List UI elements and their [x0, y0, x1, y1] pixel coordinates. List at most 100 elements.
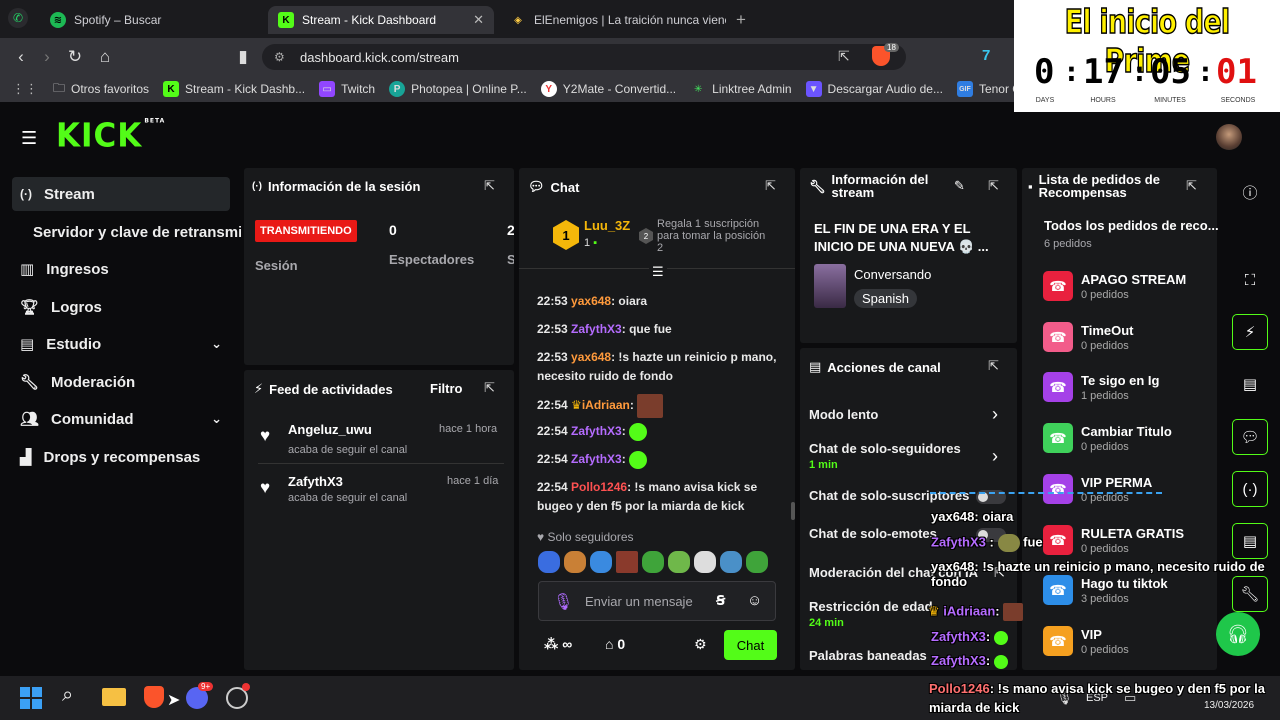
kick-logo[interactable]: KICK BETA [56, 117, 165, 155]
home-icon[interactable]: ⌂ [94, 46, 116, 68]
hamburger-menu-icon[interactable]: ☰ [21, 128, 37, 149]
folder-icon: 🗀 [53, 80, 66, 95]
popout-icon[interactable]: ⇱ [484, 380, 495, 396]
edit-pencil-icon[interactable]: ✎ [954, 178, 965, 194]
send-chat-button[interactable]: Chat [724, 630, 777, 660]
reward-item[interactable]: ☎ VIP PERMA 0 pedidos [1043, 469, 1213, 509]
reload-icon[interactable]: ↻ [64, 46, 86, 68]
screenshot-icon[interactable]: ⛶ [1232, 262, 1268, 298]
reward-icon: ☎ [1043, 423, 1073, 453]
category-name[interactable]: Conversando [854, 267, 931, 282]
reward-icon: ☎ [1043, 626, 1073, 656]
bookmark-icon[interactable]: ▮ [232, 46, 254, 68]
emote-image[interactable] [720, 551, 742, 573]
crown-icon: ♛ [571, 398, 582, 413]
emote-image[interactable] [642, 551, 664, 573]
timer-separator: : [1063, 55, 1080, 88]
emoji-icon[interactable]: ☺ [747, 592, 762, 609]
emote-image[interactable] [694, 551, 716, 573]
linktree-icon: ✳ [693, 83, 703, 95]
bookmark-linktree[interactable]: ✳ Linktree Admin [683, 81, 798, 97]
emote-image[interactable] [746, 551, 768, 573]
windows-start-icon[interactable] [20, 687, 42, 709]
sidebar-item-estudio[interactable]: ▤ Estudio ⌄ [12, 327, 230, 361]
sidebar-item-drops[interactable]: ▟ Drops y recompensas [12, 440, 230, 474]
bookmark-photopea[interactable]: P Photopea | Online P... [382, 81, 534, 97]
reward-item[interactable]: ☎ APAGO STREAM 0 pedidos [1043, 266, 1213, 306]
channel-points[interactable]: ⁂ ∞ [544, 636, 572, 653]
emote-image[interactable] [616, 551, 638, 573]
close-tab-icon[interactable]: ✕ [473, 12, 484, 28]
document-icon[interactable]: ▤ [1232, 366, 1268, 402]
bookmark-twitch[interactable]: ▭ Twitch [312, 81, 382, 97]
chat-scrollbar[interactable] [791, 502, 795, 520]
reward-item[interactable]: ☎ RULETA GRATIS 0 pedidos [1043, 520, 1213, 560]
search-icon[interactable]: ⌕ [62, 684, 73, 707]
rewards-all-label[interactable]: Todos los pedidos de reco... [1044, 218, 1219, 233]
translate-icon[interactable]: Ꞩ [716, 593, 725, 609]
brave-browser-icon[interactable] [144, 686, 164, 708]
settings-gear-icon[interactable]: ⚙ [694, 636, 707, 653]
emote-image[interactable] [538, 551, 560, 573]
popout-icon[interactable]: ⇱ [484, 178, 495, 194]
support-chat-icon[interactable]: 🎧︎ [1216, 612, 1260, 656]
action-followers-only[interactable]: Chat de solo-seguidores 1 min [809, 441, 1009, 471]
chevron-right-icon[interactable]: › [992, 404, 998, 425]
reward-item[interactable]: ☎ Cambiar Titulo 0 pedidos [1043, 418, 1213, 458]
emote-bar [538, 551, 774, 573]
top-gifter-name: Luu_3Z [584, 218, 631, 233]
sidebar-item-comunidad[interactable]: 👥︎ Comunidad ⌄ [12, 402, 230, 436]
popout-icon[interactable]: ⇱ [988, 358, 999, 374]
emote-image[interactable] [590, 551, 612, 573]
share-icon[interactable]: ⇱ [838, 48, 850, 65]
reward-item[interactable]: ☎ Te sigo en Ig 1 pedidos [1043, 367, 1213, 407]
tab-kick-dashboard[interactable]: K Stream - Kick Dashboard ✕ [268, 6, 494, 34]
popout-icon[interactable]: ⇱ [988, 178, 999, 194]
sidebar-item-stream[interactable]: (·) Stream [12, 177, 230, 211]
bookmark-y2mate[interactable]: Y Y2Mate - Convertid... [534, 81, 683, 97]
sidebar-item-server-key[interactable]: Servidor y clave de retransmisión [33, 224, 241, 241]
actions-icon[interactable]: ▤ [1232, 523, 1268, 559]
store-button[interactable]: ⌂ 0 [605, 636, 625, 652]
site-info-icon[interactable]: ⚙ [274, 50, 285, 64]
action-slow-mode[interactable]: Modo lento [809, 407, 1009, 422]
sidebar-item-logros[interactable]: 🏆︎ Logros [12, 290, 230, 324]
popout-icon[interactable]: ⇱ [1186, 178, 1197, 194]
bookmark-kick[interactable]: K Stream - Kick Dashb... [156, 81, 312, 97]
emote-image [993, 630, 1008, 645]
info-icon[interactable]: ⓘ [1232, 174, 1268, 210]
chart-icon: ▥ [20, 261, 35, 278]
actions-title: ▤ Acciones de canal [809, 359, 941, 375]
bookmark-descargar[interactable]: ▼ Descargar Audio de... [799, 81, 950, 97]
bolt-icon[interactable]: ⚡︎ [1232, 314, 1268, 350]
chat-input[interactable]: 🎙︎ Enviar un mensaje Ꞩ ☺ [538, 581, 776, 621]
tab-spotify[interactable]: ≋ Spotify – Buscar [40, 6, 262, 34]
feed-filter-button[interactable]: Filtro [430, 381, 463, 396]
reward-item[interactable]: ☎ TimeOut 0 pedidos [1043, 317, 1213, 357]
microphone-icon[interactable]: 🎙︎ [553, 592, 573, 612]
back-icon[interactable]: ‹ [10, 46, 32, 68]
avatar[interactable] [1216, 124, 1242, 150]
emote-image[interactable] [668, 551, 690, 573]
chat-bubble-icon[interactable]: 💬︎ [1232, 419, 1268, 455]
collapse-icon[interactable]: ☰ [649, 264, 667, 280]
discord-badge: 9+ [198, 682, 214, 691]
sidebar-item-ingresos[interactable]: ▥ Ingresos [12, 252, 230, 286]
chevron-right-icon[interactable]: › [992, 446, 998, 467]
forward-icon[interactable]: › [36, 46, 58, 68]
bookmark-otros[interactable]: 🗀 Otros favoritos [46, 79, 156, 100]
spotify-icon: ≋ [50, 12, 66, 28]
url-input[interactable]: dashboard.kick.com/stream [262, 44, 906, 70]
tab-elenemigos[interactable]: ◈ ElEnemigos | La traición nunca viene [500, 6, 726, 34]
extension-icon[interactable]: 7 [982, 47, 990, 64]
popout-icon[interactable]: ⇱ [765, 178, 776, 194]
emote-image[interactable] [564, 551, 586, 573]
file-explorer-icon[interactable] [102, 688, 126, 706]
sidebar-item-moderacion[interactable]: 🔧︎ Moderación [12, 365, 230, 399]
reward-item[interactable]: ☎ VIP 0 pedidos [1043, 621, 1213, 661]
timer-separator: : [1131, 55, 1148, 88]
broadcast-icon[interactable]: (·) [1232, 471, 1268, 507]
new-tab-icon[interactable]: + [736, 10, 746, 30]
whatsapp-icon[interactable]: ✆ [8, 8, 28, 28]
apps-grid-icon[interactable]: ⋮⋮ [12, 81, 38, 97]
